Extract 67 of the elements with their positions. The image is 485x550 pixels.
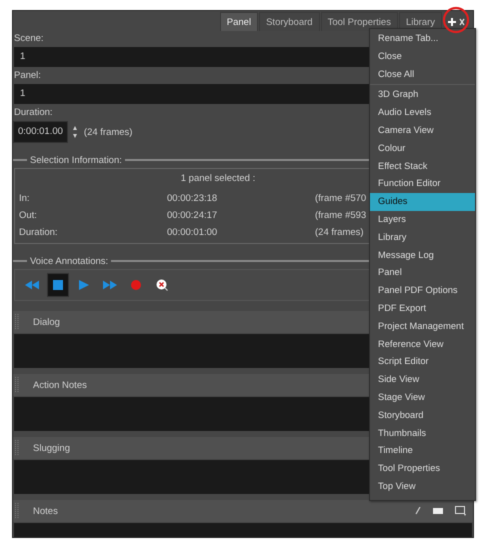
menu-item[interactable]: Thumbnails xyxy=(370,424,475,442)
tab[interactable]: Storyboard xyxy=(259,12,320,31)
highlight-circle xyxy=(442,6,470,34)
delete-icon xyxy=(156,279,168,291)
group-title: Selection Information: xyxy=(29,154,123,166)
row-label: In: xyxy=(19,193,31,204)
grip-icon[interactable] xyxy=(15,440,19,456)
menu-item[interactable]: Camera View xyxy=(370,122,475,140)
menu-item[interactable]: Message Log xyxy=(370,246,475,264)
menu-item[interactable]: Layers xyxy=(370,210,475,229)
menu-item[interactable]: Project Management xyxy=(370,318,475,336)
menu-item[interactable]: 3D Graph xyxy=(370,86,475,104)
timecode: 00:00:24:17 xyxy=(167,210,218,221)
grip-icon[interactable] xyxy=(15,377,19,393)
menu-item[interactable]: Function Editor xyxy=(370,175,475,194)
timecode: 00:00:23:18 xyxy=(167,193,218,204)
menu-item[interactable]: Storyboard xyxy=(370,406,475,425)
menu-item[interactable]: Colour xyxy=(370,140,475,158)
menu-item[interactable]: Panel PDF Options xyxy=(370,282,475,300)
menu-item[interactable]: Tool Properties xyxy=(370,460,475,478)
menu-item[interactable]: Effect Stack xyxy=(370,158,475,176)
play-icon xyxy=(79,280,89,290)
tab[interactable]: Panel xyxy=(220,12,258,31)
frame-number: (frame #570 xyxy=(315,193,366,204)
record-icon xyxy=(131,280,141,290)
pen-icon[interactable] xyxy=(415,507,421,515)
group-title: Voice Annotations: xyxy=(29,256,110,266)
section-title: Notes xyxy=(33,506,58,516)
menu-item[interactable]: Rename Tab... xyxy=(370,30,475,48)
field-label: Panel: xyxy=(13,69,41,83)
row-label: Duration: xyxy=(19,227,59,238)
section-title: Slugging xyxy=(33,442,70,454)
stop-icon xyxy=(53,280,63,290)
section-title: Action Notes xyxy=(33,380,87,390)
menu-item[interactable]: Library xyxy=(370,228,475,247)
fast-forward-icon xyxy=(103,280,117,290)
grip-icon[interactable] xyxy=(15,503,19,519)
menu-item[interactable]: PDF Export xyxy=(370,300,475,318)
frame-number: (24 frames) xyxy=(315,227,364,238)
menu-item[interactable]: Side View xyxy=(370,371,475,389)
tab[interactable]: Tool Properties xyxy=(320,12,398,31)
row-label: Out: xyxy=(19,210,38,221)
timecode: 00:00:01:00 xyxy=(167,227,218,238)
field-label: Duration: xyxy=(13,106,53,120)
media-button[interactable] xyxy=(47,273,69,297)
menu-item[interactable]: Audio Levels xyxy=(370,104,475,122)
frame-number: (frame #593 xyxy=(315,210,366,221)
menu-item[interactable]: Script Editor xyxy=(370,353,475,372)
menu-item[interactable]: Stage View xyxy=(370,388,475,407)
rewind-icon xyxy=(25,280,39,290)
menu-item[interactable]: Top View xyxy=(370,478,475,496)
menu-item[interactable]: Guides xyxy=(370,193,475,211)
menu-item[interactable]: Close xyxy=(370,48,475,66)
frame-count: (24 frames) xyxy=(84,126,132,138)
add-icon[interactable] xyxy=(447,17,457,27)
section-title: Dialog xyxy=(33,316,60,328)
field-label: Scene: xyxy=(13,32,44,46)
image-icon[interactable] xyxy=(455,506,467,516)
menu-item[interactable]: Panel xyxy=(370,264,475,282)
menu-item[interactable]: Close All xyxy=(370,66,475,84)
spin-arrows-icon[interactable] xyxy=(72,124,78,140)
close-icon[interactable] xyxy=(459,17,465,27)
grip-icon[interactable] xyxy=(15,314,19,330)
menu-item[interactable]: Reference View xyxy=(370,336,475,354)
selection-summary: 1 panel selected : xyxy=(180,173,256,186)
duration-field[interactable]: 0:00:01.00 xyxy=(13,121,68,143)
menu-item[interactable]: Timeline xyxy=(370,442,475,460)
